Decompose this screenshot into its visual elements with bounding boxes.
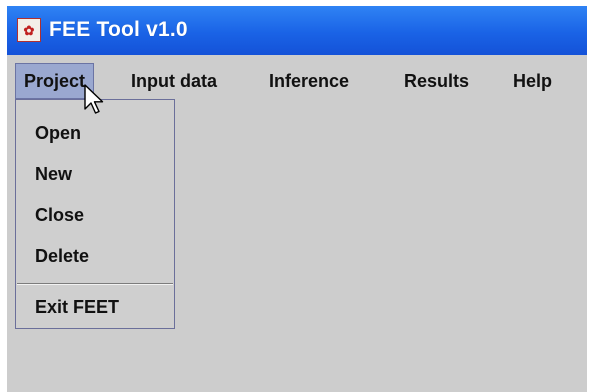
arrow-pointer-icon xyxy=(84,84,104,114)
menu-inference[interactable]: Inference xyxy=(261,63,357,99)
app-window: ✿ FEE Tool v1.0 Project Input data Infer… xyxy=(7,6,587,392)
menu-item-new[interactable]: New xyxy=(16,154,174,194)
menu-item-close[interactable]: Close xyxy=(16,195,174,235)
project-menu-dropdown: Open New Close Delete Exit FEET xyxy=(15,99,175,329)
menu-item-delete[interactable]: Delete xyxy=(16,236,174,276)
app-logo-icon: ✿ xyxy=(17,18,41,42)
menu-item-open[interactable]: Open xyxy=(16,113,174,153)
menu-project[interactable]: Project xyxy=(15,63,95,99)
menu-item-exit-feet[interactable]: Exit FEET xyxy=(16,287,174,327)
menu-help[interactable]: Help xyxy=(505,63,560,99)
menu-separator xyxy=(17,283,173,285)
menu-input-data[interactable]: Input data xyxy=(123,63,225,99)
window-title: FEE Tool v1.0 xyxy=(49,18,188,41)
menu-results[interactable]: Results xyxy=(396,63,477,99)
title-bar[interactable]: ✿ FEE Tool v1.0 xyxy=(7,6,587,55)
